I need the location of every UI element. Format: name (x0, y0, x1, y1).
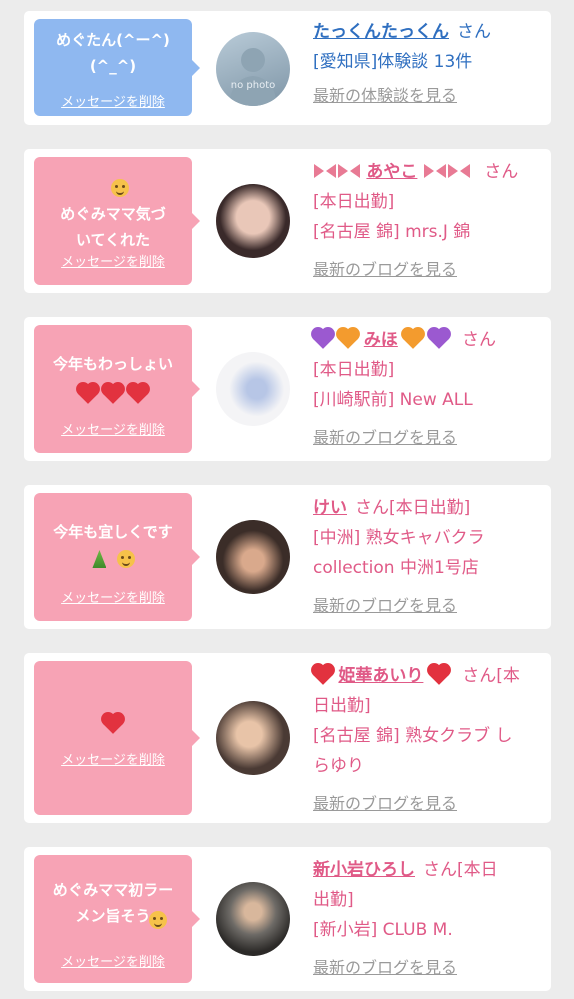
message-bubble: 今年もわっしょい メッセージを削除 (34, 325, 200, 453)
emoji-row (34, 550, 192, 569)
heart-icon (428, 329, 449, 349)
user-name-link[interactable]: みほ (364, 330, 398, 350)
delete-message-link[interactable]: メッセージを削除 (34, 419, 192, 438)
heart-row (34, 714, 192, 734)
no-photo-label: no photo (230, 80, 276, 91)
heart-icon (103, 384, 123, 404)
name-suffix: さん[本日出勤] (355, 498, 471, 518)
list-item: めぐたん(^ー^) (^_^) メッセージを削除 no photo たっくんたっ… (24, 11, 551, 125)
message-bubble: 今年も宜しくです メッセージを削除 (34, 493, 200, 621)
user-name-link[interactable]: たっくんたっくん (313, 22, 449, 42)
user-detail-line: 出勤] (313, 890, 354, 910)
list-item: めぐみママ気づ いてくれた メッセージを削除 あやこ さん [本日出勤] [名古… (24, 149, 551, 293)
user-name-link[interactable]: けい (313, 498, 347, 518)
name-suffix: さん (462, 330, 497, 350)
delete-message-link[interactable]: メッセージを削除 (34, 251, 192, 270)
list-item: めぐみママ初ラー メン旨そう メッセージを削除 新小岩ひろし さん[本日 出勤] … (24, 847, 551, 991)
latest-post-link[interactable]: 最新のブログを見る (313, 789, 545, 819)
person-silhouette-icon (229, 48, 277, 106)
user-detail-line: [川崎駅前] New ALL (313, 390, 473, 410)
message-text: めぐみママ初ラー メン旨そう (52, 881, 174, 925)
user-detail-line: [名古屋 錦] mrs.J 錦 (313, 222, 471, 242)
user-name-link[interactable]: 新小岩ひろし (313, 860, 415, 880)
message-bubble: めぐたん(^ー^) (^_^) メッセージを削除 (34, 19, 200, 116)
message-text: めぐたん(^ー^) (^_^) (56, 31, 170, 75)
user-detail-line: 日出勤] (313, 696, 371, 716)
avatar[interactable] (216, 882, 290, 956)
hearts-row (34, 384, 192, 404)
name-suffix: さん[本 (462, 666, 520, 686)
grinning-squint-icon (116, 550, 135, 568)
user-name-link[interactable]: 姫華あいり (338, 666, 423, 686)
heart-icon (103, 714, 123, 734)
list-item: 今年も宜しくです メッセージを削除 けい さん[本日出勤] [中洲] 熟女キャバク… (24, 485, 551, 629)
heart-icon (313, 665, 333, 685)
user-detail-line: [新小岩] CLUB M. (313, 920, 453, 940)
bamboo-icon (92, 550, 107, 568)
message-text: 今年も宜しくです (53, 523, 173, 541)
ribbon-icon (447, 164, 470, 178)
smiling-face-icon (149, 911, 167, 929)
heart-icon (78, 384, 98, 404)
list-item: メッセージを削除 姫華あいり さん[本 日出勤] [名古屋 錦] 熟女クラブ し… (24, 653, 551, 823)
delete-message-link[interactable]: メッセージを削除 (34, 587, 192, 606)
user-detail-line: らゆり (313, 756, 364, 776)
user-name-link[interactable]: あやこ (366, 162, 417, 182)
user-detail-line: [本日出勤] (313, 360, 395, 380)
message-list: めぐたん(^ー^) (^_^) メッセージを削除 no photo たっくんたっ… (0, 0, 574, 999)
name-suffix: さん (457, 22, 491, 42)
delete-message-link[interactable]: メッセージを削除 (34, 91, 192, 110)
latest-post-link[interactable]: 最新のブログを見る (313, 591, 545, 621)
latest-post-link[interactable]: 最新のブログを見る (313, 255, 545, 285)
message-text: 今年もわっしょい (52, 355, 173, 373)
latest-post-link[interactable]: 最新の体験談を見る (313, 81, 545, 111)
name-suffix: さん (484, 162, 519, 182)
ribbon-icon (423, 164, 446, 178)
heart-icon (313, 329, 333, 349)
heart-icon (403, 329, 424, 349)
user-detail-line: [名古屋 錦] 熟女クラブ し (313, 726, 513, 746)
message-bubble: めぐみママ気づ いてくれた メッセージを削除 (34, 157, 200, 285)
list-item: 今年もわっしょい メッセージを削除 みほ さん [本日出勤] [川崎駅前] Ne… (24, 317, 551, 461)
delete-message-link[interactable]: メッセージを削除 (34, 749, 192, 768)
heart-icon (428, 665, 449, 685)
pleading-face-icon (111, 179, 129, 197)
user-detail-line: [本日出勤] (313, 192, 395, 212)
avatar[interactable] (216, 701, 290, 775)
latest-post-link[interactable]: 最新のブログを見る (313, 423, 545, 453)
user-detail-line: [愛知県]体験談 13件 (313, 52, 473, 72)
user-detail-line: collection 中洲1号店 (313, 558, 479, 578)
delete-message-link[interactable]: メッセージを削除 (34, 951, 192, 970)
ribbon-icon (314, 164, 336, 178)
latest-post-link[interactable]: 最新のブログを見る (313, 953, 545, 983)
avatar[interactable] (216, 520, 290, 594)
message-bubble: メッセージを削除 (34, 661, 200, 815)
avatar[interactable] (216, 184, 290, 258)
avatar[interactable] (216, 352, 290, 426)
user-detail-line: [中洲] 熟女キャバクラ (313, 528, 485, 548)
heart-icon (128, 384, 148, 404)
message-bubble: めぐみママ初ラー メン旨そう メッセージを削除 (34, 855, 200, 983)
ribbon-icon (338, 164, 360, 178)
avatar[interactable]: no photo (216, 32, 290, 106)
heart-icon (338, 329, 359, 349)
name-suffix: さん[本日 (423, 860, 498, 880)
